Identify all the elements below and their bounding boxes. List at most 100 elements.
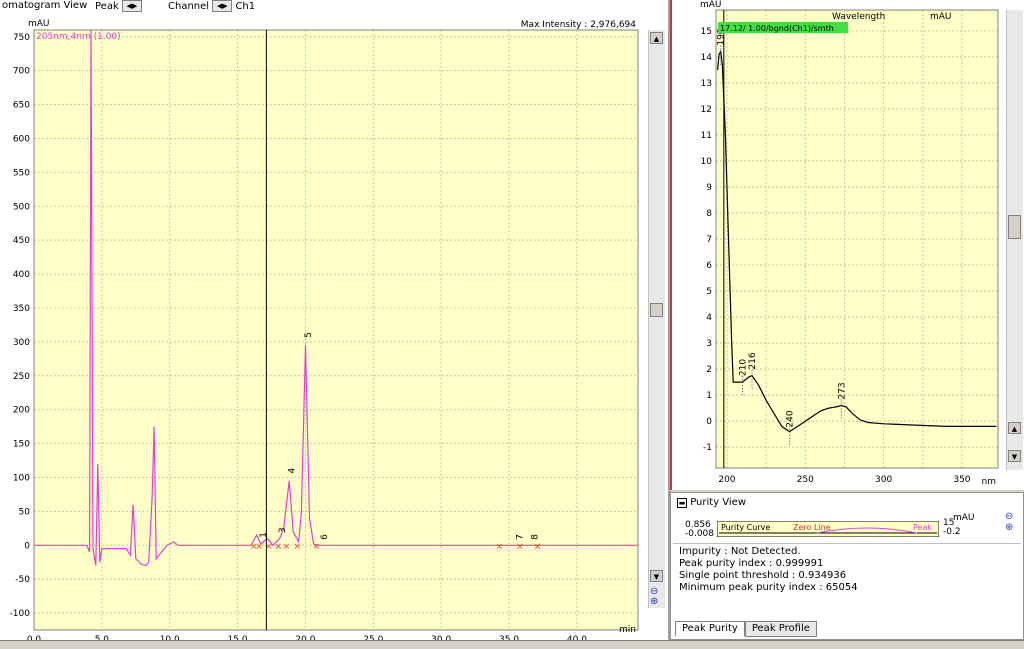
peak-marker: ✕ xyxy=(294,542,302,552)
channel-selector: Channel ◀▶ Ch1 xyxy=(168,0,255,12)
chromatogram-y-unit: mAU xyxy=(28,19,50,29)
chromatogram-y-tick: -100 xyxy=(10,609,31,619)
spectrum-plot[interactable]: 1514131211109876543210-1 200 250 300 350 19… xyxy=(672,0,1012,490)
purity-tabs: Peak Purity Peak Profile xyxy=(675,621,817,637)
spectrum-y-tick: 11 xyxy=(701,131,712,141)
peak-marker: ✕ xyxy=(496,542,504,552)
spectrum-y-tick: 2 xyxy=(706,365,712,375)
purity-left-bottom: -0.008 xyxy=(685,529,715,539)
peak-label: 8 xyxy=(530,534,540,540)
spectrum-y-tick: 8 xyxy=(706,209,712,219)
tab-peak-profile[interactable]: Peak Profile xyxy=(744,621,817,637)
chromatogram-y-tick: 100 xyxy=(13,473,30,483)
scroll-thumb[interactable] xyxy=(650,303,663,317)
collapse-icon[interactable]: ▬ xyxy=(677,498,687,508)
spectrum-y-tick: 15 xyxy=(701,27,712,37)
chromatogram-y-tick: 450 xyxy=(13,236,30,246)
peak-label: 5 xyxy=(304,332,314,338)
peak-label: 7 xyxy=(516,534,526,540)
peak-label: Peak xyxy=(95,1,119,12)
chromatogram-y-tick: 50 xyxy=(19,507,31,517)
scroll-down-button[interactable]: ▼ xyxy=(650,570,663,582)
purity-curve-legend: Purity Curve xyxy=(721,523,770,532)
purity-zoom-controls: ⊖ ⊕ xyxy=(1005,511,1013,533)
spectrum-legend: 17.12/ 1.00/bgnd(Ch1)/smth xyxy=(720,24,834,33)
purity-zoom-in-icon[interactable]: ⊕ xyxy=(1005,522,1013,533)
spectrum-x-ticks: 200 250 300 350 xyxy=(718,475,970,485)
spectrum-y-tick: 6 xyxy=(706,261,712,271)
spectrum-y-tick: 4 xyxy=(706,313,712,323)
spectrum-scroll-down-button[interactable]: ▲ xyxy=(1008,422,1021,434)
purity-right-bottom: -0.2 xyxy=(943,527,961,537)
single-point-threshold: Single point threshold : 0.934936 xyxy=(679,570,847,581)
chromatogram-plot[interactable]: 7507006506005505004504003503002502001501… xyxy=(0,12,646,640)
spectrum-y-tick: 13 xyxy=(701,79,712,89)
mau-header: mAU xyxy=(930,12,952,22)
channel-label: Channel xyxy=(168,1,210,12)
spectrum-annotation-label: 216 xyxy=(748,352,758,369)
spectrum-scrollbar[interactable]: ▲ ▼ xyxy=(1006,10,1023,470)
spectrum-y-tick: 9 xyxy=(706,183,712,193)
impurity-status: Impurity : Not Detected. xyxy=(679,546,801,557)
chromatogram-y-tick: 350 xyxy=(13,304,30,314)
spectrum-y-tick: 1 xyxy=(706,391,712,401)
purity-view: ▬ Purity View mAU 0.856 -0.008 Purity Cu… xyxy=(670,492,1024,640)
spectrum-y-tick: 14 xyxy=(701,53,713,63)
chromatogram-title: omatogram View xyxy=(2,0,88,11)
spectrum-y-tick: 3 xyxy=(706,339,712,349)
chromatogram-y-tick: 200 xyxy=(13,406,30,416)
chromatogram-x-unit: min xyxy=(619,625,636,635)
spectrum-y-tick: -1 xyxy=(703,443,712,453)
spectrum-x-tick: 350 xyxy=(953,475,970,485)
purity-curve-plot: Purity Curve Zero Line Peak xyxy=(717,521,939,537)
spectrum-x-unit: nm xyxy=(982,477,996,487)
tab-peak-purity[interactable]: Peak Purity xyxy=(675,621,745,636)
chromatogram-y-ticks: 7507006506005505004504003503002502001501… xyxy=(10,33,31,619)
chromatogram-y-tick: 300 xyxy=(13,338,30,348)
purity-left-axis: 0.856 -0.008 xyxy=(685,521,714,539)
channel-stepper[interactable]: ◀▶ xyxy=(212,0,233,12)
peak-marker: ✕ xyxy=(516,542,524,552)
spectrum-y-tick: 12 xyxy=(701,105,712,115)
peak-marker: ✕ xyxy=(256,542,264,552)
spectrum-y-unit: mAU xyxy=(700,0,722,10)
spectrum-scroll-thumb[interactable] xyxy=(1008,215,1021,239)
purity-view-title: Purity View xyxy=(690,497,747,508)
chromatogram-y-tick: 150 xyxy=(13,440,30,450)
chromatogram-y-tick: 600 xyxy=(13,134,30,144)
peak-purity-index: Peak purity index : 0.999991 xyxy=(679,558,824,569)
purity-zoom-out-icon[interactable]: ⊖ xyxy=(1005,511,1013,522)
chromatogram-y-tick: -50 xyxy=(15,575,30,585)
peak-marker: ✕ xyxy=(313,542,321,552)
spectrum-x-tick: 250 xyxy=(797,475,814,485)
spectrum-y-tick: 0 xyxy=(706,417,712,427)
spectrum-x-tick: 200 xyxy=(718,475,735,485)
spectrum-y-ticks: 1514131211109876543210-1 xyxy=(701,27,713,453)
purity-view-header: ▬ Purity View xyxy=(677,497,746,508)
peak-stepper[interactable]: ◀▶ xyxy=(121,0,142,12)
peak-marker: ✕ xyxy=(283,542,291,552)
chromatogram-y-tick: 500 xyxy=(13,202,30,212)
zoom-in-icon[interactable]: ⊕ xyxy=(650,596,658,607)
max-intensity: Max Intensity : 2,976,694 xyxy=(521,20,636,30)
spectrum-x-tick: 300 xyxy=(875,475,892,485)
zero-line-legend: Zero Line xyxy=(793,523,831,532)
chromatogram-y-tick: 550 xyxy=(13,168,30,178)
chromatogram-scrollbar[interactable]: ▲ ▼ ⊖ ⊕ xyxy=(648,30,665,608)
spectrum-y-tick: 5 xyxy=(706,287,712,297)
spectrum-scroll-button[interactable]: ▼ xyxy=(1008,450,1021,462)
minimum-peak-purity-index: Minimum peak purity index : 65054 xyxy=(679,582,858,593)
wavelength-header: Wavelength xyxy=(832,12,885,22)
peak-marker: ✕ xyxy=(275,542,283,552)
spectrum-y-tick: 7 xyxy=(706,235,712,245)
chromatogram-plot-area xyxy=(34,30,638,630)
peak-marker: ✕ xyxy=(265,542,273,552)
chromatogram-y-tick: 700 xyxy=(13,67,30,77)
peak-legend: Peak xyxy=(913,523,932,532)
scroll-up-button[interactable]: ▲ xyxy=(650,32,663,44)
chromatogram-y-tick: 750 xyxy=(13,33,30,43)
chromatogram-y-tick: 650 xyxy=(13,101,30,111)
channel-value: Ch1 xyxy=(235,1,256,12)
peak-label: 1 xyxy=(259,532,269,538)
chromatogram-view: omatogram View Peak ◀▶ Channel ◀▶ Ch1 75… xyxy=(0,0,670,640)
